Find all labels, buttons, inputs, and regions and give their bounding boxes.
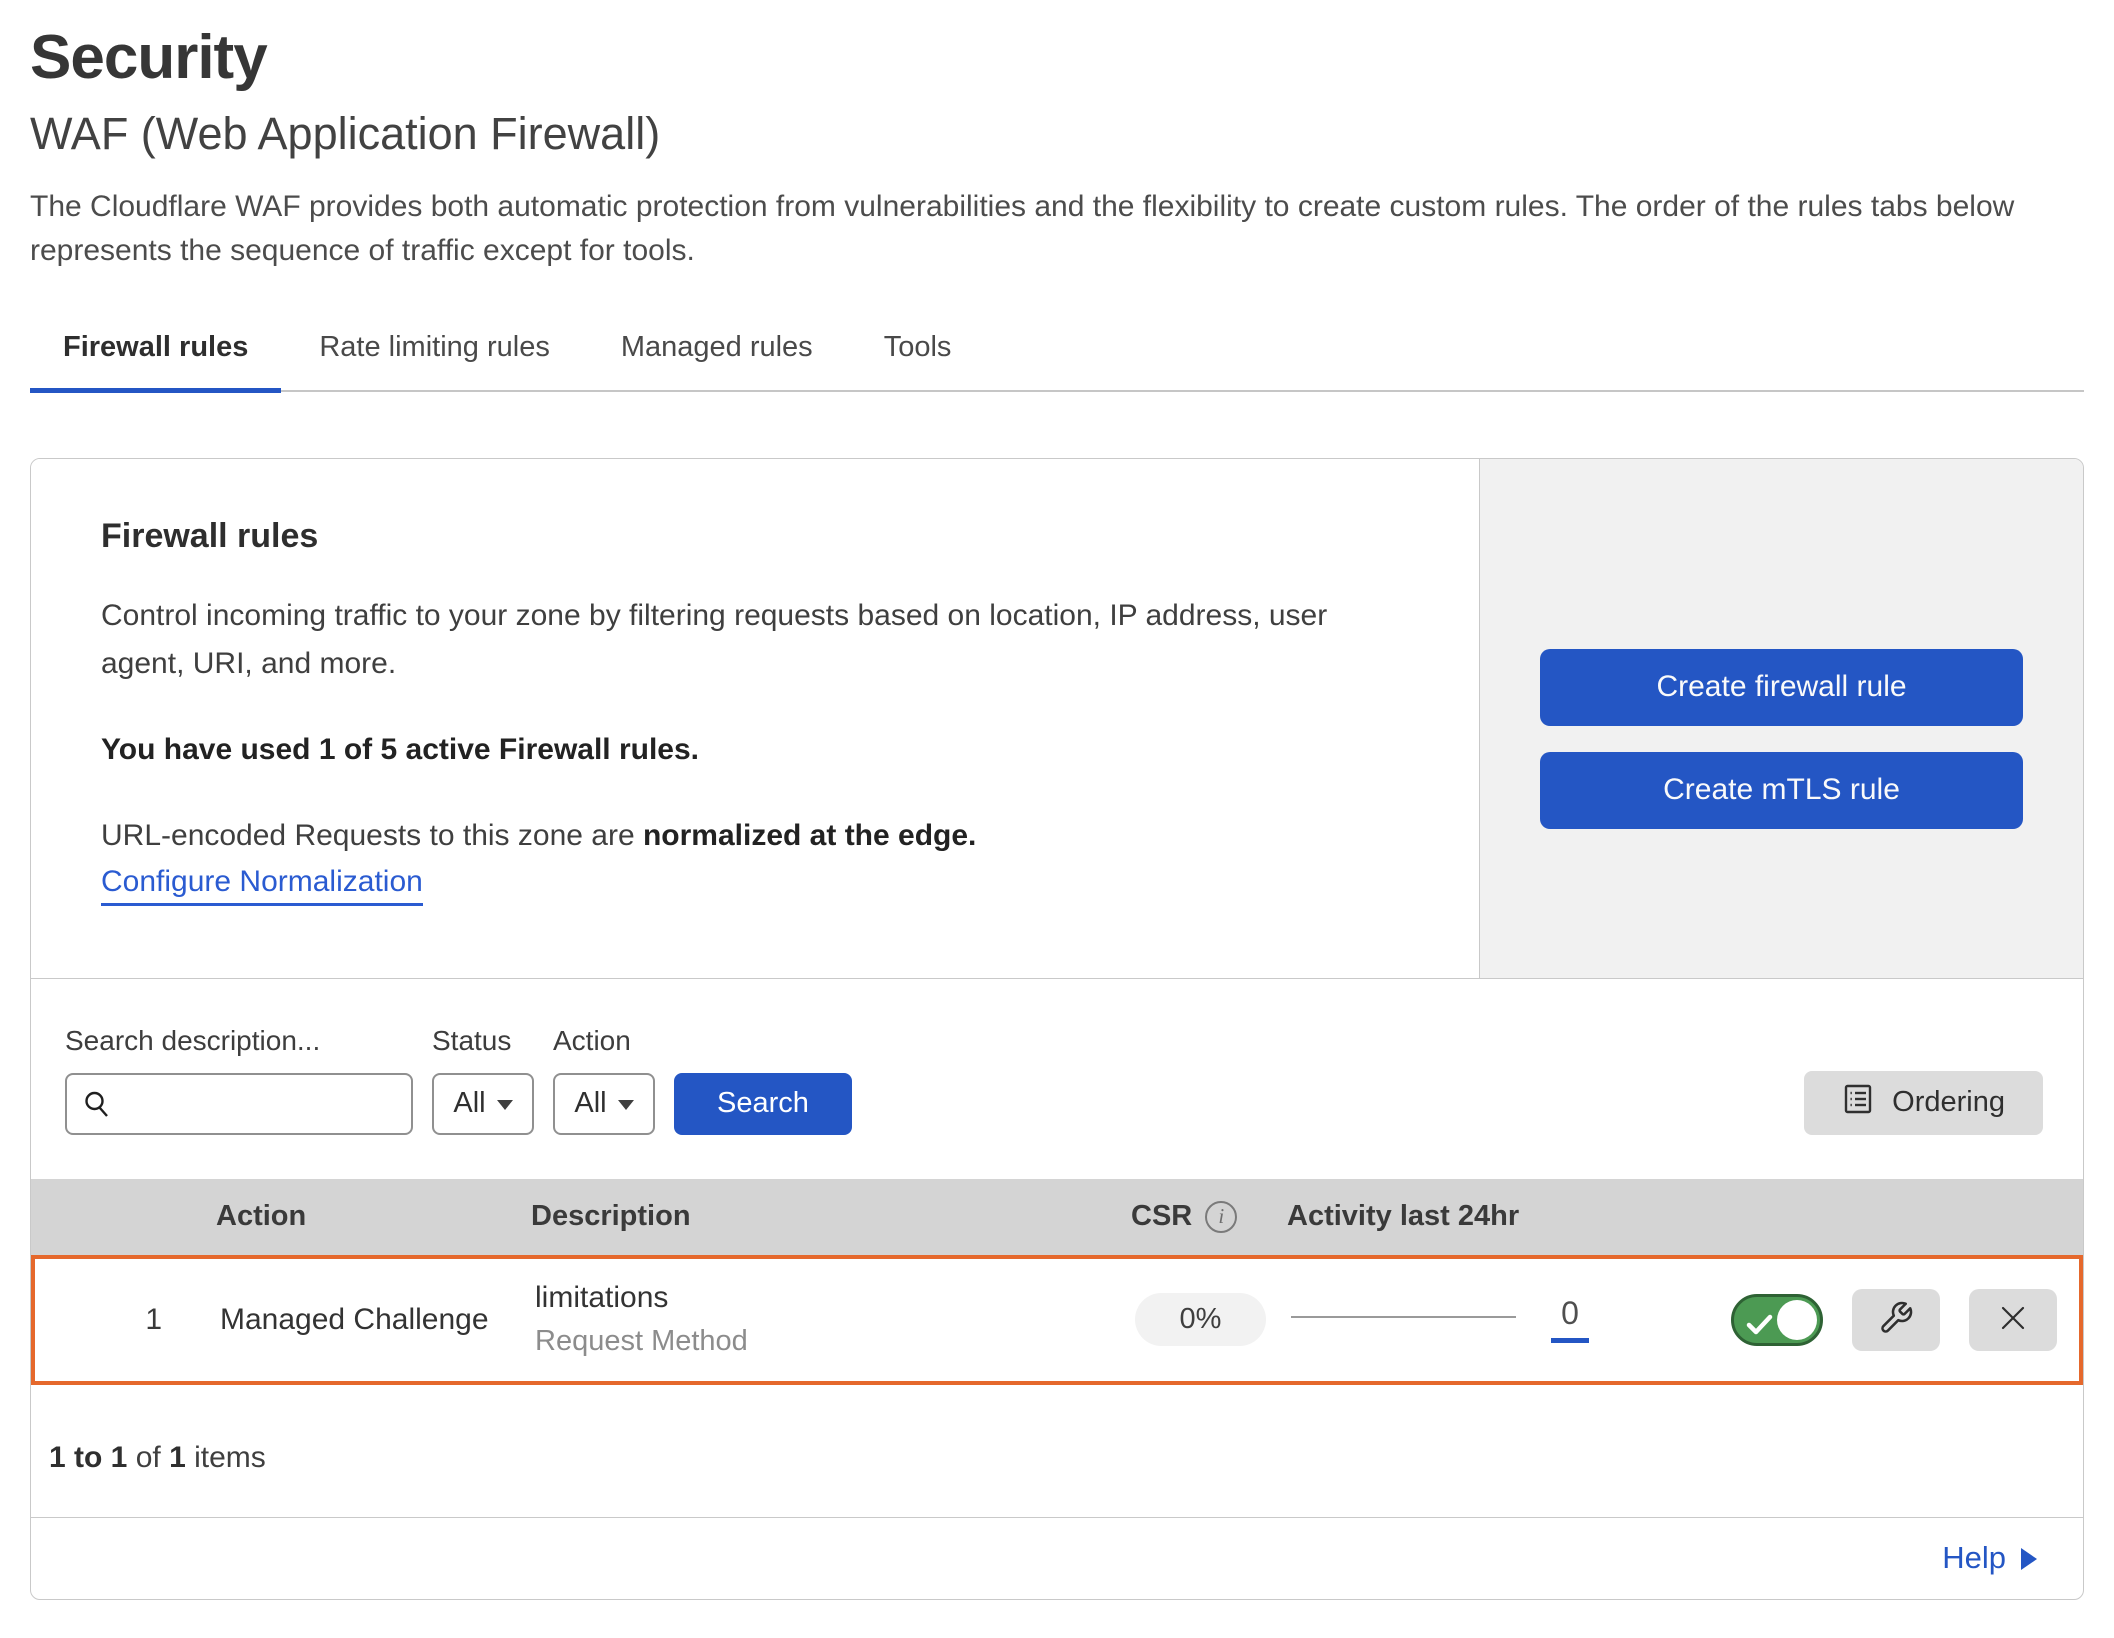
tab-firewall-rules[interactable]: Firewall rules [30,319,281,390]
page-subtitle: WAF (Web Application Firewall) [30,107,2084,161]
chevron-down-icon [497,1100,513,1110]
column-header-action: Action [186,1200,531,1233]
delete-rule-button[interactable] [1969,1289,2057,1351]
items-label: items [194,1441,266,1474]
main-container: Firewall rules Control incoming traffic … [30,458,2084,1599]
toggle-knob [1777,1300,1817,1340]
items-of-text: of [136,1441,161,1474]
security-waf-page: Security WAF (Web Application Firewall) … [0,0,2114,1600]
intro-body-text: Control incoming traffic to your zone by… [101,592,1409,686]
page-description: The Cloudflare WAF provides both automat… [30,185,2080,273]
activity-count-link[interactable]: 0 [1551,1297,1589,1343]
tab-tools[interactable]: Tools [851,319,985,390]
column-header-csr: CSR i [1101,1200,1281,1233]
search-input-wrap [65,1073,413,1135]
tab-managed-rules[interactable]: Managed rules [588,319,846,390]
items-range: 1 to 1 [49,1441,127,1474]
wrench-icon [1878,1300,1914,1339]
items-total: 1 [169,1441,186,1474]
pagination-summary: 1 to 1 of 1 items [31,1385,2083,1517]
ordering-button[interactable]: Ordering [1804,1071,2043,1135]
activity-sparkline [1291,1316,1516,1318]
rule-enabled-toggle[interactable] [1731,1294,1823,1346]
column-header-description: Description [531,1200,1101,1233]
normalization-bold: normalized at the edge. [643,819,976,852]
create-firewall-rule-button[interactable]: Create firewall rule [1540,649,2023,726]
tab-rate-limiting-rules[interactable]: Rate limiting rules [286,319,582,390]
column-header-activity: Activity last 24hr [1281,1200,1671,1233]
status-select-value: All [453,1087,485,1120]
activity-count: 0 [1561,1297,1579,1329]
search-field-group: Search description... [65,1025,413,1135]
create-mtls-rule-button[interactable]: Create mTLS rule [1540,752,2023,829]
help-arrow-icon [2021,1548,2037,1570]
close-icon [1998,1303,2028,1336]
search-icon [82,1089,112,1124]
rule-description-cell: limitations Request Method [535,1271,1105,1368]
activity-count-underline [1551,1338,1589,1343]
action-field-group: Action All [553,1025,655,1135]
intro-text-panel: Firewall rules Control incoming traffic … [31,459,1479,977]
info-icon[interactable]: i [1205,1201,1237,1233]
action-select[interactable]: All [553,1073,655,1135]
csr-header-label: CSR [1131,1200,1192,1233]
rules-usage-text: You have used 1 of 5 active Firewall rul… [101,733,1409,767]
search-field-label: Search description... [65,1025,413,1057]
search-button[interactable]: Search [674,1073,852,1135]
filter-section: Search description... Status [31,979,2083,1179]
filter-controls: Search description... Status [65,1025,852,1135]
rule-priority-number: 1 [35,1303,190,1337]
rule-csr-cell: 0% [1105,1293,1285,1346]
rule-description: limitations [535,1281,1105,1315]
action-field-label: Action [553,1025,655,1057]
rule-action-value: Managed Challenge [190,1303,535,1337]
search-input[interactable] [65,1073,413,1135]
normalization-prefix: URL-encoded Requests to this zone are [101,819,643,852]
intro-heading: Firewall rules [101,517,1409,556]
action-select-value: All [574,1087,606,1120]
ordering-list-icon [1842,1082,1874,1124]
edit-rule-button[interactable] [1852,1289,1940,1351]
table-row: 1 Managed Challenge limitations Request … [31,1255,2083,1385]
normalization-text: URL-encoded Requests to this zone are no… [101,819,1409,853]
help-link-label: Help [1942,1540,2006,1576]
checkmark-icon [1746,1310,1773,1344]
help-footer: Help [31,1517,2083,1599]
ordering-button-label: Ordering [1892,1086,2005,1119]
create-rule-panel: Create firewall rule Create mTLS rule [1479,459,2083,977]
rule-activity-cell: 0 [1285,1297,1675,1343]
rule-controls-cell [1675,1289,2079,1351]
status-select[interactable]: All [432,1073,534,1135]
table-header: Action Description CSR i Activity last 2… [31,1179,2083,1255]
rule-description-sub: Request Method [535,1325,1105,1358]
status-field-label: Status [432,1025,534,1057]
chevron-down-icon [618,1100,634,1110]
page-title: Security [30,22,2084,93]
csr-badge: 0% [1135,1293,1266,1346]
configure-normalization-link[interactable]: Configure Normalization [101,865,423,906]
firewall-rules-intro-section: Firewall rules Control incoming traffic … [31,459,2083,978]
help-link[interactable]: Help [1942,1540,2037,1576]
tab-bar: Firewall rules Rate limiting rules Manag… [30,319,2084,392]
status-field-group: Status All [432,1025,534,1135]
